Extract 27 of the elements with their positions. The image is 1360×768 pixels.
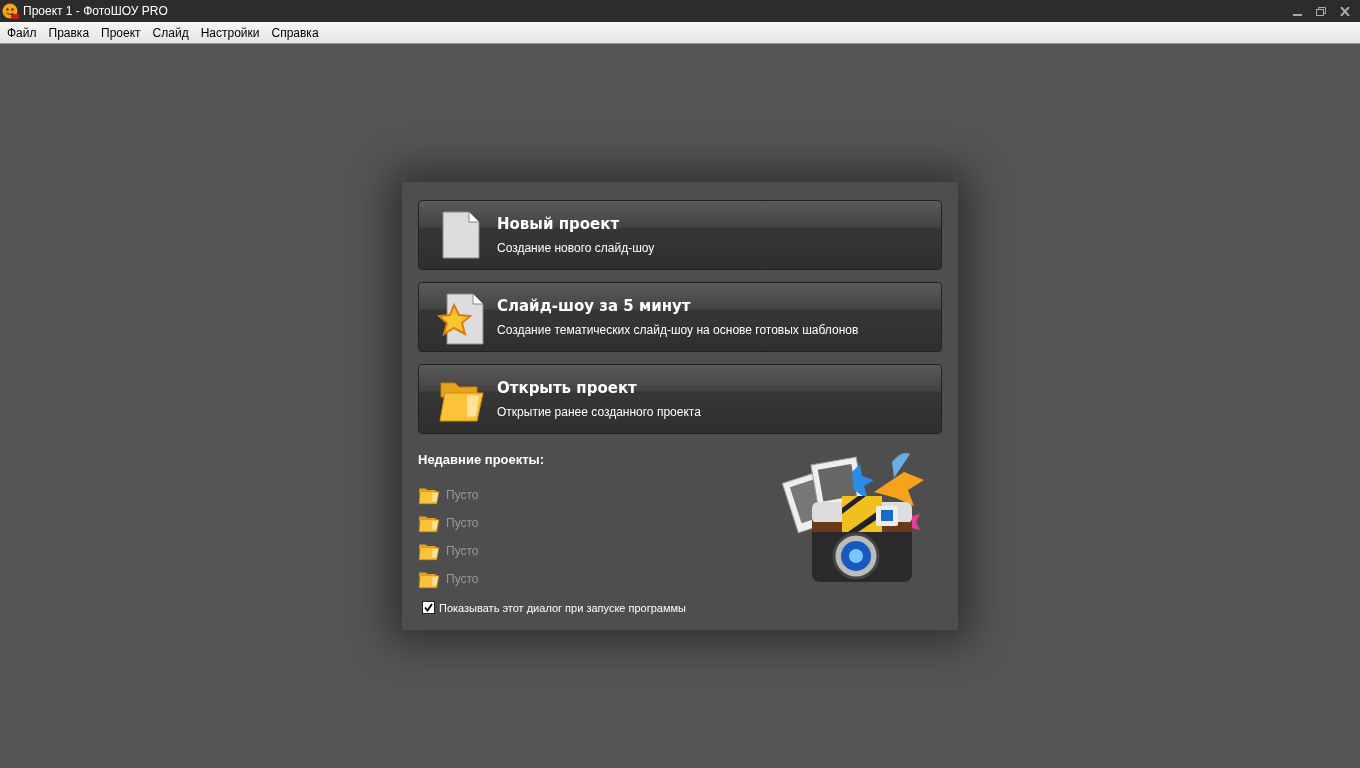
menu-item[interactable]: Справка — [266, 25, 324, 40]
action-button[interactable]: Открыть проект Открытие ранее созданного проекта — [418, 364, 942, 434]
action-button[interactable]: Слайд-шоу за 5 минут Создание тематических слайд-шоу на основе готовых шаблонов — [418, 282, 942, 352]
menu-item[interactable]: Правка — [43, 25, 95, 40]
action-title: Слайд-шоу за 5 минут — [497, 297, 692, 315]
checkbox[interactable] — [422, 601, 435, 614]
action-description: Открытие ранее созданного проекта — [497, 405, 701, 419]
menu-item[interactable]: Файл — [2, 25, 42, 40]
menu-item[interactable]: Слайд — [147, 25, 194, 40]
folder-icon — [418, 569, 440, 589]
action-title: Открыть проект — [497, 379, 638, 397]
action-button[interactable]: Новый проект Создание нового слайд-шоу — [418, 200, 942, 270]
action-description: Создание тематических слайд-шоу на основе готовых шаблонов — [497, 323, 859, 337]
folder-icon — [418, 513, 440, 533]
menu-item[interactable]: Проект — [96, 25, 146, 40]
action-description: Создание нового слайд-шоу — [497, 241, 655, 255]
checkbox-label: Показывать этот диалог при запуске программы — [439, 601, 686, 614]
folder-icon — [418, 541, 440, 561]
folder-icon — [418, 485, 440, 505]
menu-item[interactable]: Настройки — [195, 25, 265, 40]
recent-projects-heading: Недавние проекты: — [418, 452, 545, 467]
close-icon[interactable] — [1340, 6, 1350, 16]
window-title: Проект 1 - ФотоШОУ PRO — [23, 4, 169, 18]
app-logo-icon — [2, 2, 19, 20]
action-title: Новый проект — [497, 215, 621, 233]
restore-icon[interactable] — [1316, 6, 1326, 16]
document-icon — [442, 211, 480, 259]
